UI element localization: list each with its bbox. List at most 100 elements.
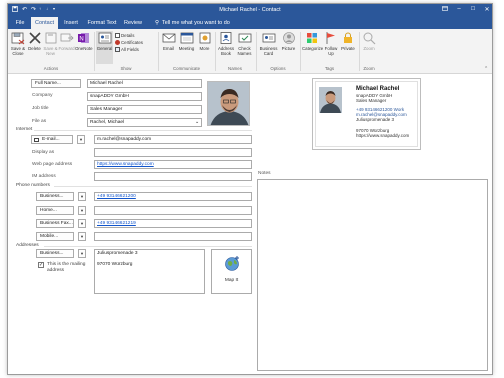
zoom-button[interactable]: Zoom xyxy=(361,31,377,51)
onenote-icon: N xyxy=(77,33,89,43)
tab-review[interactable]: Review xyxy=(122,17,144,29)
certificates-button[interactable]: Certificates xyxy=(115,40,143,46)
ribbon-display-icon[interactable] xyxy=(440,6,450,13)
follow-up-button[interactable]: Follow Up xyxy=(323,31,339,56)
communicate-group-label: Communicate xyxy=(172,66,201,71)
phone-type-mobile-button[interactable]: Mobile... xyxy=(36,232,74,241)
check-names-button[interactable]: Check Names xyxy=(236,31,253,56)
actions-group-label: Actions xyxy=(43,66,59,71)
maximize-icon[interactable]: ☐ xyxy=(468,6,478,12)
email-icon xyxy=(162,33,175,43)
email-field[interactable]: m.rachel@snapaddy.com xyxy=(94,135,252,144)
display-as-field[interactable] xyxy=(94,148,252,157)
im-address-field[interactable] xyxy=(94,172,252,181)
phone-type-fax-button[interactable]: Business Fax... xyxy=(36,219,74,228)
details-label: Details xyxy=(121,33,135,38)
phone-mobile-field[interactable] xyxy=(94,232,252,241)
contact-photo[interactable] xyxy=(207,81,250,126)
card-name: Michael Rachel xyxy=(356,86,400,92)
collapse-ribbon-icon[interactable]: ⌃ xyxy=(484,66,488,72)
show-group-label: Show xyxy=(120,66,132,71)
business-card-preview[interactable]: Michael Rachel snapADDY GmbH Sales Manag… xyxy=(312,78,421,150)
address-book-label: Address Book xyxy=(217,46,235,56)
general-label: General xyxy=(96,46,113,51)
address-type-button[interactable]: Business... xyxy=(36,249,74,258)
file-as-select[interactable]: Rachel, Michael ⌄ xyxy=(87,118,202,127)
email-button[interactable]: Email xyxy=(161,31,176,51)
web-page-field[interactable]: https://www.snapaddy.com xyxy=(94,160,252,169)
picture-button[interactable]: Picture xyxy=(280,31,297,51)
minimize-icon[interactable]: – xyxy=(454,6,464,12)
business-card-button[interactable]: Business Card xyxy=(258,31,279,56)
company-field[interactable]: snapADDY GmbH xyxy=(87,92,202,101)
forward-button[interactable]: Forward xyxy=(58,31,75,51)
tab-file[interactable]: File xyxy=(12,17,28,29)
contact-photo-image xyxy=(208,82,249,125)
phone-business-field[interactable]: +49 93146621200 xyxy=(94,192,252,201)
card-photo-image xyxy=(319,87,342,113)
phone-type-dropdown[interactable]: ▾ xyxy=(78,219,86,228)
details-button[interactable]: Details xyxy=(115,33,134,39)
addresses-section-label: Addresses xyxy=(16,243,39,248)
phone-type-dropdown[interactable]: ▾ xyxy=(78,232,86,241)
save-new-icon xyxy=(45,32,56,44)
lightbulb-icon: ⚲ xyxy=(155,20,160,26)
address-field[interactable]: Juliuspromenade 3 97070 Würzburg xyxy=(94,249,205,294)
address-type-dropdown[interactable]: ▾ xyxy=(78,249,86,258)
onenote-button[interactable]: N OneNote xyxy=(75,31,93,51)
email-dropdown[interactable]: ▾ xyxy=(77,135,85,144)
phone-type-dropdown[interactable]: ▾ xyxy=(78,206,86,215)
chevron-down-icon: ⌄ xyxy=(194,120,199,125)
email-address-button[interactable]: E-mail... xyxy=(31,135,73,144)
phone-fax-field[interactable]: +49 93146621219 xyxy=(94,219,252,228)
job-title-label: Job title xyxy=(32,106,49,111)
ribbon-tabs: File Contact Insert Format Text Review ⚲… xyxy=(8,17,492,29)
phone-home-field[interactable] xyxy=(94,206,252,215)
tab-format-text[interactable]: Format Text xyxy=(87,17,117,29)
phone-section-label: Phone numbers xyxy=(16,183,50,188)
phone-type-business-button[interactable]: Business... xyxy=(36,192,74,201)
group-separator xyxy=(94,32,95,71)
private-button[interactable]: Private xyxy=(340,31,356,51)
close-icon[interactable]: ✕ xyxy=(482,6,492,13)
map-it-button[interactable]: Map It xyxy=(211,249,252,294)
tags-group-label: Tags xyxy=(324,66,335,71)
all-fields-button[interactable]: All Fields xyxy=(115,47,139,53)
notes-field[interactable] xyxy=(257,179,488,371)
more-button[interactable]: More xyxy=(197,31,212,51)
forward-label: Forward xyxy=(58,46,75,51)
meeting-button[interactable]: Meeting xyxy=(177,31,196,51)
categorize-label: Categorize xyxy=(302,46,324,51)
job-title-field[interactable]: Sales Manager xyxy=(87,105,202,114)
display-as-label: Display as xyxy=(32,150,55,155)
full-name-field[interactable]: Michael Rachel xyxy=(87,79,202,88)
delete-button[interactable]: Delete xyxy=(27,31,42,51)
address-book-button[interactable]: Address Book xyxy=(217,31,235,56)
phone-type-dropdown[interactable]: ▾ xyxy=(78,192,86,201)
check-names-icon xyxy=(238,33,251,43)
save-close-label: Save & Close xyxy=(10,46,26,56)
zoom-group-label: Zoom xyxy=(363,66,375,71)
lock-icon xyxy=(344,32,352,43)
full-name-button[interactable]: Full Name... xyxy=(31,79,81,88)
save-new-button[interactable]: Save & New xyxy=(43,31,58,56)
title-bar: ↶ ↷ ↑ ↓ ▾ Michael Rachel - Contact – ☐ ✕ xyxy=(8,4,492,17)
tell-me-search[interactable]: Tell me what you want to do xyxy=(162,17,230,29)
phone-type-home-button[interactable]: Home... xyxy=(36,206,74,215)
group-separator xyxy=(300,32,301,71)
file-as-label: File as xyxy=(32,119,47,124)
general-button[interactable]: General xyxy=(96,31,113,64)
certificate-icon xyxy=(115,40,120,45)
onenote-label: OneNote xyxy=(75,46,93,51)
email-label: Email xyxy=(163,46,174,51)
delete-icon xyxy=(28,32,41,44)
globe-icon xyxy=(225,256,239,271)
categorize-button[interactable]: Categorize xyxy=(302,31,324,51)
mailing-address-checkbox[interactable]: ✓ xyxy=(38,262,44,268)
mailing-address-label: This is the mailing address xyxy=(47,262,86,273)
save-close-button[interactable]: Save & Close xyxy=(10,31,26,56)
picture-label: Picture xyxy=(281,46,296,51)
card-title: Sales Manager xyxy=(356,98,387,103)
tab-insert[interactable]: Insert xyxy=(62,17,80,29)
tab-contact[interactable]: Contact xyxy=(31,17,58,29)
